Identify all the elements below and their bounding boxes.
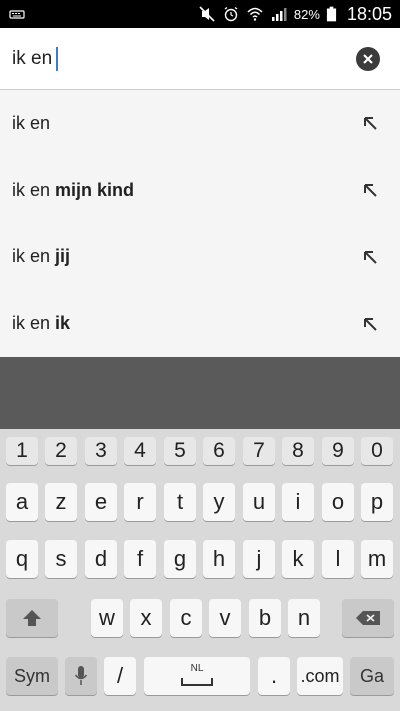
suggestion-item[interactable]: ik en ik bbox=[0, 290, 400, 357]
signal-icon bbox=[271, 8, 287, 21]
key-6[interactable]: 6 bbox=[203, 437, 235, 465]
mute-icon bbox=[199, 6, 215, 22]
key-v[interactable]: v bbox=[209, 599, 241, 637]
key-r[interactable]: r bbox=[124, 483, 156, 521]
alarm-icon bbox=[224, 6, 238, 22]
fill-query-arrow-icon[interactable] bbox=[360, 180, 380, 200]
key-q[interactable]: q bbox=[6, 540, 38, 578]
suggestion-item[interactable]: ik en mijn kind bbox=[0, 157, 400, 224]
key-0[interactable]: 0 bbox=[361, 437, 393, 465]
symbols-key[interactable]: Sym bbox=[6, 657, 58, 695]
key-i[interactable]: i bbox=[282, 483, 314, 521]
wifi-icon bbox=[247, 7, 263, 21]
fill-query-arrow-icon[interactable] bbox=[360, 113, 380, 133]
key-a[interactable]: a bbox=[6, 483, 38, 521]
key-z[interactable]: z bbox=[45, 483, 77, 521]
period-key[interactable]: . bbox=[258, 657, 290, 695]
key-h[interactable]: h bbox=[203, 540, 235, 578]
key-e[interactable]: e bbox=[85, 483, 117, 521]
key-o[interactable]: o bbox=[322, 483, 354, 521]
key-c[interactable]: c bbox=[170, 599, 202, 637]
shift-arrow-icon bbox=[23, 610, 41, 626]
keyboard-language-label: NL bbox=[190, 663, 204, 674]
suggestion-item[interactable]: ik en bbox=[0, 90, 400, 157]
key-f[interactable]: f bbox=[124, 540, 156, 578]
clock: 18:05 bbox=[346, 3, 392, 24]
key-s[interactable]: s bbox=[45, 540, 77, 578]
space-bar-icon bbox=[181, 678, 213, 686]
status-bar: 82% 18:05 bbox=[0, 0, 400, 28]
key-w[interactable]: w bbox=[91, 599, 123, 637]
suggestion-text: ik en ik bbox=[12, 313, 71, 334]
key-x[interactable]: x bbox=[130, 599, 162, 637]
fill-query-arrow-icon[interactable] bbox=[360, 247, 380, 267]
suggestion-text: ik en mijn kind bbox=[12, 179, 135, 200]
search-bar[interactable]: ik en bbox=[0, 28, 400, 90]
key-3[interactable]: 3 bbox=[85, 437, 117, 465]
clear-search-button[interactable] bbox=[356, 46, 380, 71]
key-u[interactable]: u bbox=[243, 483, 275, 521]
key-l[interactable]: l bbox=[322, 540, 354, 578]
key-g[interactable]: g bbox=[164, 540, 196, 578]
key-j[interactable]: j bbox=[243, 540, 275, 578]
soft-keyboard: 1 2 3 4 5 6 7 8 9 0 a z e r t y u i o p … bbox=[0, 429, 400, 711]
key-4[interactable]: 4 bbox=[124, 437, 156, 465]
key-p[interactable]: p bbox=[361, 483, 393, 521]
suggestion-item[interactable]: ik en jij bbox=[0, 224, 400, 291]
microphone-icon bbox=[74, 666, 88, 685]
dotcom-key[interactable]: .com bbox=[297, 657, 343, 695]
key-2[interactable]: 2 bbox=[45, 437, 77, 465]
search-input[interactable]: ik en bbox=[12, 48, 52, 70]
backspace-key[interactable] bbox=[342, 599, 394, 637]
battery-icon bbox=[326, 6, 337, 22]
slash-key[interactable]: / bbox=[104, 657, 136, 695]
key-d[interactable]: d bbox=[85, 540, 117, 578]
key-9[interactable]: 9 bbox=[322, 437, 354, 465]
text-caret bbox=[56, 46, 59, 71]
dimmed-background bbox=[0, 357, 400, 429]
key-m[interactable]: m bbox=[361, 540, 393, 578]
suggestion-list: ik en ik en mijn kind ik en jij ik en ik bbox=[0, 90, 400, 357]
keyboard-icon bbox=[9, 10, 25, 19]
key-7[interactable]: 7 bbox=[243, 437, 275, 465]
space-key[interactable]: NL bbox=[144, 657, 250, 695]
key-y[interactable]: y bbox=[203, 483, 235, 521]
suggestion-text: ik en bbox=[12, 112, 51, 133]
close-icon bbox=[363, 53, 373, 64]
key-1[interactable]: 1 bbox=[6, 437, 38, 465]
key-5[interactable]: 5 bbox=[164, 437, 196, 465]
shift-key[interactable] bbox=[6, 599, 58, 637]
go-key[interactable]: Ga bbox=[350, 657, 394, 695]
key-b[interactable]: b bbox=[249, 599, 281, 637]
backspace-icon bbox=[356, 611, 380, 625]
suggestion-text: ik en jij bbox=[12, 246, 71, 267]
key-8[interactable]: 8 bbox=[282, 437, 314, 465]
fill-query-arrow-icon[interactable] bbox=[360, 314, 380, 334]
key-k[interactable]: k bbox=[282, 540, 314, 578]
key-t[interactable]: t bbox=[164, 483, 196, 521]
battery-percent: 82% bbox=[293, 6, 320, 22]
voice-input-key[interactable] bbox=[65, 657, 97, 695]
key-n[interactable]: n bbox=[288, 599, 320, 637]
